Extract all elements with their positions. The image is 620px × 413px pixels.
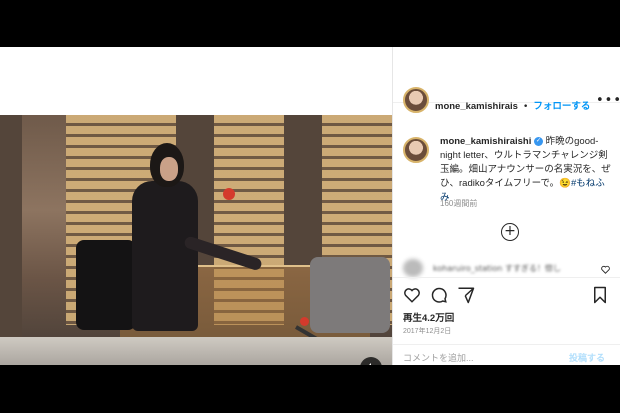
time-ago: 160週間前	[440, 199, 478, 208]
load-more-comments-icon[interactable]: +	[501, 223, 519, 241]
bookmark-icon[interactable]	[591, 286, 609, 308]
header-username[interactable]: mone_kamishirais	[435, 101, 518, 112]
header-line: mone_kamishirais • フォローする	[435, 94, 590, 113]
add-comment-bar: コメントを追加... 投稿する	[393, 344, 620, 365]
follow-button[interactable]: フォローする	[533, 101, 590, 112]
studio-chair-2	[310, 257, 390, 333]
post-header: mone_kamishirais • フォローする •••	[393, 47, 620, 113]
view-count[interactable]: 再生4.2万回	[403, 310, 454, 324]
comment-input[interactable]: コメントを追加...	[403, 351, 474, 364]
instagram-post-window: mone_kamishirais • フォローする ••• mone_kamis…	[0, 47, 620, 365]
commenter-username[interactable]: koharuiro_station	[433, 264, 502, 273]
caption-username[interactable]: mone_kamishiraishi	[440, 136, 531, 147]
separator-dot: •	[523, 102, 529, 112]
action-bar	[393, 277, 620, 311]
person-body	[132, 181, 198, 331]
comment-row: koharuiro_station すすぎる！惚し	[403, 259, 615, 279]
microphone-tip	[300, 317, 309, 326]
comment-text: koharuiro_station すすぎる！惚し	[433, 263, 561, 274]
comment-like-icon[interactable]	[601, 265, 610, 277]
studio-chair	[76, 240, 136, 330]
person-face	[160, 157, 178, 181]
comment-body: すすぎる！惚し	[504, 264, 561, 273]
commenter-avatar[interactable]	[403, 259, 423, 277]
verified-badge-icon: ✓	[534, 136, 543, 146]
caption-avatar[interactable]	[403, 137, 429, 163]
post-comment-button[interactable]: 投稿する	[569, 351, 605, 364]
heart-icon[interactable]	[403, 286, 421, 308]
avatar[interactable]	[403, 87, 429, 113]
caption: mone_kamishiraishi ✓ 昨晩のgood-night lette…	[440, 135, 612, 205]
wall-edge	[0, 115, 22, 345]
post-date: 2017年12月2日	[403, 328, 452, 335]
kendama-ball	[223, 188, 235, 200]
comment-icon[interactable]	[430, 286, 448, 308]
video-player[interactable]	[0, 115, 392, 365]
wall-gap-2	[284, 115, 322, 265]
share-icon[interactable]	[457, 286, 475, 308]
studio-desk	[0, 337, 392, 365]
ellipsis-icon[interactable]: •••	[596, 93, 620, 108]
post-side-panel: mone_kamishirais • フォローする ••• mone_kamis…	[392, 47, 620, 365]
